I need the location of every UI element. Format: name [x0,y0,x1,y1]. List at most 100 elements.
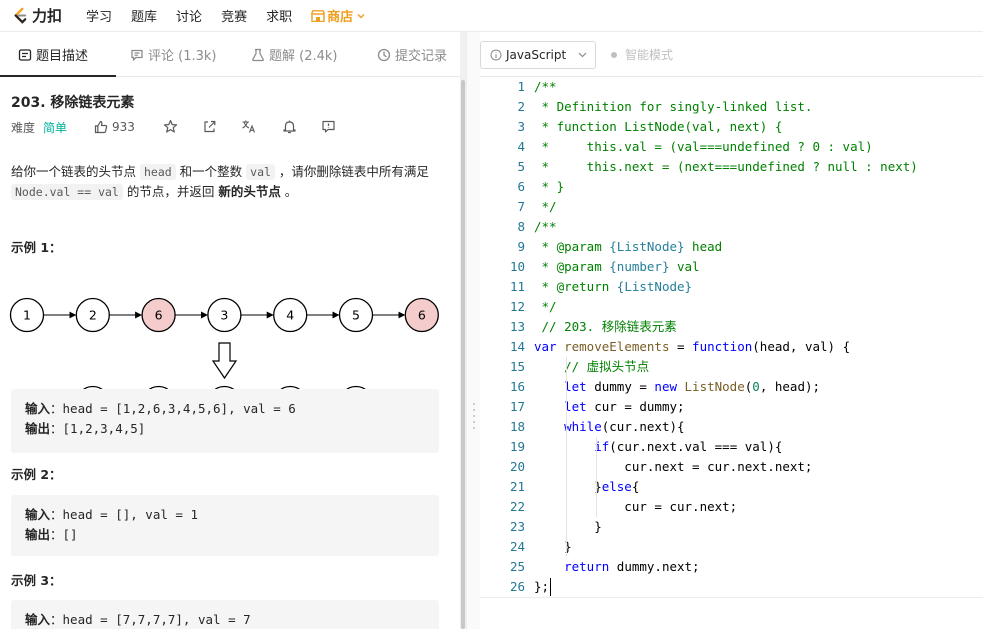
code-line: */ [534,297,557,317]
line-number: 18 [509,419,525,434]
top-navigation-bar: 力扣 学习 题库 讨论 竞赛 求职 商店 [0,0,983,32]
tab-description[interactable]: 题目描述 [0,32,117,77]
code-token: cur.next = cur.next.next; [534,459,813,474]
code-token: * Definition for singly-linked list. [534,99,813,114]
smart-mode-toggle[interactable]: 智能模式 [611,32,673,77]
feedback-icon[interactable] [321,119,336,134]
difficulty-label: 难度 [11,120,36,135]
example-1-output: ：[1,2,3,4,5] [50,421,146,436]
drag-handle-dot [473,403,475,405]
code-token: // 203. 移除链表元素 [534,319,677,334]
example-2-title: 示例 2： [11,467,62,482]
code-line: } [534,517,602,537]
nav-link-contest[interactable]: 竞赛 [221,6,247,25]
like-button[interactable]: 933 [94,120,135,134]
code-token: * } [534,179,565,194]
drag-handle-dot [473,427,475,429]
top-row-node-label: 3 [220,308,228,323]
code-token: (cur.next.val === val){ [609,439,783,454]
input-label: 输入 [25,401,51,416]
leetcode-logo-icon [14,7,27,24]
line-number: 8 [517,219,525,234]
comment-icon [131,49,143,61]
star-icon[interactable] [163,119,178,134]
code-editor[interactable]: 1 2 3 4 5 6 7 8 9 10 11 12 13 14 15 16 17 18 19 20 21 22 23 24 2… [480,77,983,629]
editor-bottom-border [480,597,983,598]
share-icon[interactable] [202,119,217,134]
language-select[interactable]: JavaScript [480,41,596,69]
store-icon [311,9,326,22]
code-token: // 虚拟头节点 [564,359,650,374]
chevron-down-icon [357,13,365,18]
code-line: // 203. 移除链表元素 [534,317,677,337]
code-token: 0 [752,379,760,394]
chevron-down-icon [578,52,587,58]
code-line: * @param {ListNode} head [534,237,723,257]
input-label: 输入 [25,612,51,627]
nav-link-jobs[interactable]: 求职 [266,6,292,25]
line-number: 24 [509,539,525,554]
code-token: head [684,239,723,254]
code-token: {ListNode} [616,279,693,294]
nav-link-store[interactable]: 商店 [311,6,365,25]
line-number: 2 [517,99,525,114]
line-number: 21 [509,479,525,494]
code-token: {number} [609,259,670,274]
line-number: 5 [517,159,525,174]
code-line: while(cur.next){ [534,417,684,437]
linked-list-diagram: 126345612345 [9,297,439,392]
bell-icon[interactable] [282,119,297,134]
indent-guide [566,357,568,557]
top-row-node-label: 1 [23,308,31,323]
line-number: 1 [517,79,525,94]
translate-icon[interactable] [241,119,256,134]
inline-code-val: val [246,164,275,180]
example-2-output: ：[] [50,527,78,542]
code-line: * Definition for singly-linked list. [534,97,813,117]
code-token: new [654,379,677,394]
panel-resize-handle[interactable] [466,32,480,629]
tab-submissions[interactable]: 提交记录 [377,32,447,77]
tab-submissions-label: 提交记录 [395,49,448,64]
language-select-value: JavaScript [506,48,567,62]
problem-tabs: 题目描述 评论 (1.3k) 题解 (2.4k) 提交记录 [0,32,460,77]
nav-link-learn[interactable]: 学习 [86,6,112,25]
leetcode-logo[interactable]: 力扣 [10,5,62,26]
tab-comments[interactable]: 评论 (1.3k) [130,32,216,77]
left-scrollbar-thumb[interactable] [461,80,465,629]
editor-toolbar: JavaScript 智能模式 [480,32,983,77]
line-number: 25 [509,559,525,574]
line-number: 11 [509,279,525,294]
example-3-input: ：head = [7,7,7,7], val = 7 [50,612,251,627]
tab-solutions[interactable]: 题解 (2.4k) [251,32,337,77]
nav-link-problemset[interactable]: 题库 [131,6,157,25]
code-token: } [534,479,602,494]
code-token: dummy.next; [609,559,700,574]
code-token: let [564,379,587,394]
code-line: /** [534,217,557,237]
smart-mode-label: 智能模式 [625,48,674,62]
desc-text: 。 [280,184,298,199]
example-1-input: ：head = [1,2,6,3,4,5,6], val = 6 [50,401,296,416]
info-icon [490,49,502,61]
code-token: var [534,339,557,354]
code-line: var removeElements = function(head, val)… [534,337,850,357]
code-line: }else{ [534,477,639,497]
line-number: 20 [509,459,525,474]
line-number: 10 [509,259,525,274]
smart-mode-dot-icon [611,51,617,58]
line-number: 15 [509,359,525,374]
desc-text: ，请你删除链表中所有满足 [274,164,429,179]
code-token: * @return [534,279,617,294]
problem-panel: 题目描述 评论 (1.3k) 题解 (2.4k) 提交记录 203. 移除链表元… [0,32,460,629]
nav-link-discuss[interactable]: 讨论 [176,6,202,25]
tab-comments-label: 评论 (1.3k) [148,49,217,64]
code-token: removeElements [564,339,670,354]
code-token: * @param [534,259,610,274]
code-line: * this.val = (val===undefined ? 0 : val) [534,137,873,157]
drag-handle-dot [473,409,475,411]
code-token: /** [534,219,557,234]
